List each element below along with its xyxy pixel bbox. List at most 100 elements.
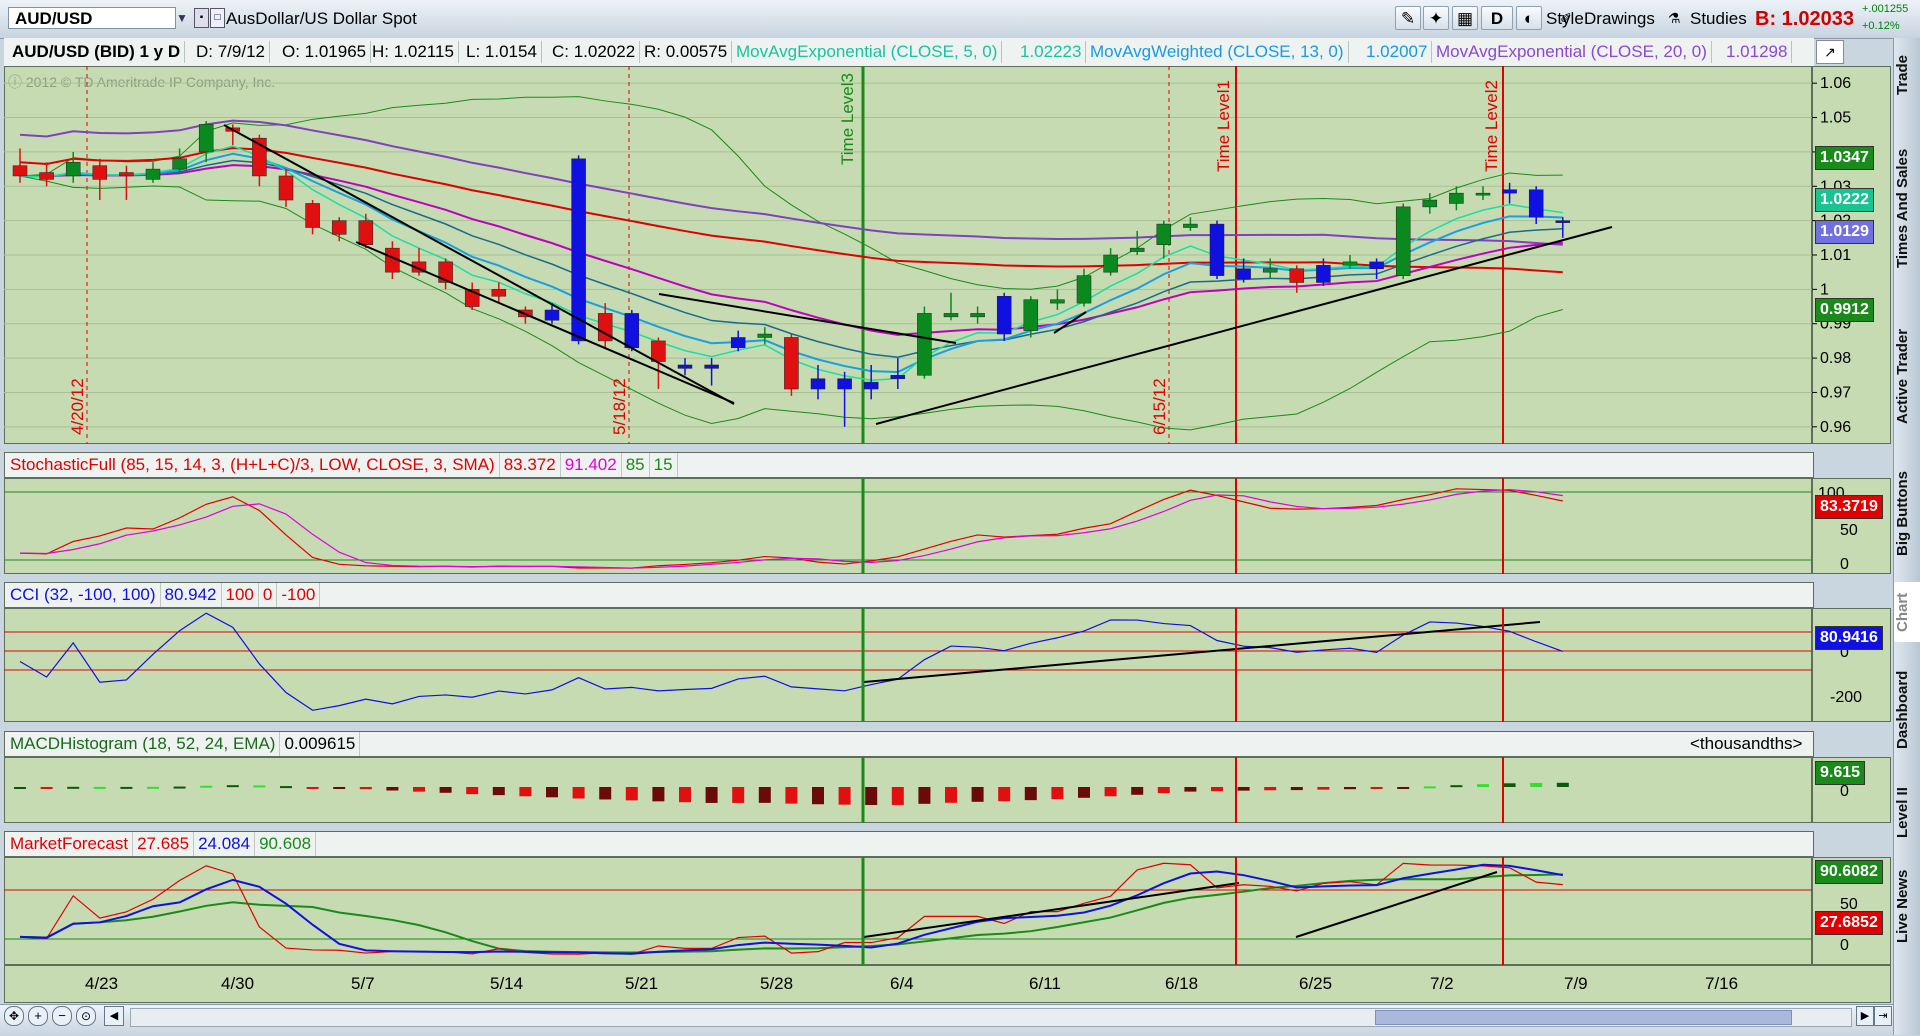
symbol-text: AUD/USD: [15, 9, 93, 28]
time-axis-label: 6/18: [1165, 974, 1199, 993]
macd-bar: [1237, 787, 1250, 791]
stochastic-v1: 83.372: [500, 453, 561, 477]
stoch-tick-0: 0: [1840, 556, 1849, 573]
macd-bar: [572, 787, 585, 799]
tag-upper-band: 1.0347: [1815, 146, 1874, 170]
macd-tick-0: 0: [1840, 783, 1849, 800]
candle-body: [1023, 299, 1039, 331]
candle-body: [1316, 265, 1331, 283]
symbol-dropdown-icon[interactable]: ▼: [176, 8, 192, 28]
symbol-description: AusDollar/US Dollar Spot: [226, 9, 417, 28]
stochastic-title[interactable]: StochasticFull (85, 15, 14, 3, (H+L+C)/3…: [6, 453, 500, 477]
side-tab-strip: Trade Times And Sales Active Trader Big …: [1893, 38, 1920, 1035]
wrench-icon[interactable]: ✦: [1423, 6, 1449, 30]
scroll-left-icon[interactable]: ◀: [104, 1006, 124, 1026]
candle-body: [1076, 275, 1092, 304]
macd-bar: [492, 787, 505, 796]
mf-title[interactable]: MarketForecast: [6, 832, 134, 856]
flag-icon[interactable]: ▪: [194, 8, 209, 28]
pan-icon[interactable]: ✥: [4, 1006, 24, 1026]
stochastic-v2: 91.402: [561, 453, 622, 477]
macd-v1: 0.009615: [280, 732, 361, 756]
symbol-input[interactable]: AUD/USD: [8, 7, 176, 29]
candle-body: [1449, 192, 1464, 204]
side-tab-dashboard[interactable]: Dashboard: [1894, 650, 1920, 770]
time-level3-label: Time Level3: [838, 73, 857, 165]
time-level2-label: Time Level2: [1482, 80, 1501, 172]
mf-tag-green: 90.6082: [1815, 860, 1883, 884]
scroll-right-icon[interactable]: ▶: [1856, 1006, 1874, 1026]
zoom-reset-icon[interactable]: ⊙: [76, 1006, 96, 1026]
mf-trend-line: [1295, 871, 1498, 938]
macd-bar: [1397, 787, 1410, 789]
tools-icon[interactable]: ✎: [1395, 6, 1421, 30]
scroll-end-icon[interactable]: ⇥: [1874, 1006, 1892, 1026]
time-axis-label: 5/7: [351, 974, 375, 993]
header-wma13[interactable]: MovAvgWeighted (CLOSE, 13, 0): [1086, 41, 1349, 63]
macd-bar: [1423, 786, 1436, 789]
macd-bar: [971, 787, 984, 802]
macd-bar: [147, 786, 159, 789]
macd-bar: [1104, 787, 1117, 797]
wma13-line: [19, 159, 1563, 358]
trend-line: [223, 124, 735, 405]
price-axis-label: 0.96: [1820, 419, 1851, 436]
header-ema20[interactable]: MovAvgExponential (CLOSE, 20, 0): [1432, 41, 1712, 63]
macd-bar: [306, 787, 319, 789]
studies-button[interactable]: Studies: [1690, 7, 1747, 31]
tag-lower-band: 0.9912: [1815, 298, 1874, 322]
macd-title[interactable]: MACDHistogram (18, 52, 24, EMA): [6, 732, 281, 756]
candle-body: [1236, 268, 1251, 280]
mf-tag-red: 27.6852: [1815, 911, 1883, 935]
mf-v3: 90.608: [255, 832, 317, 856]
scrollbar-thumb[interactable]: [1375, 1010, 1792, 1025]
candle-body: [331, 220, 347, 235]
macd-bar: [945, 787, 957, 803]
candle-body: [1502, 189, 1517, 194]
candle-body: [730, 337, 746, 349]
candle-body: [863, 381, 879, 390]
candle-body: [1209, 223, 1225, 276]
side-tab-chart[interactable]: Chart: [1894, 582, 1920, 642]
price-axis-ticks: 1.061.051.041.031.021.0110.990.980.970.9…: [1812, 75, 1851, 436]
candle-body: [810, 378, 826, 390]
side-tab-trade[interactable]: Trade: [1894, 40, 1920, 110]
candle-body: [119, 172, 134, 177]
macd-bar: [519, 787, 532, 797]
side-tab-live-news[interactable]: Live News: [1894, 856, 1920, 956]
candle-body: [491, 289, 507, 297]
side-tab-times-and-sales[interactable]: Times And Sales: [1894, 118, 1920, 298]
side-tab-big-buttons[interactable]: Big Buttons: [1894, 454, 1920, 574]
cci-title[interactable]: CCI (32, -100, 100): [6, 583, 161, 607]
header-ema5[interactable]: MovAvgExponential (CLOSE, 5, 0): [732, 41, 1003, 63]
candle-body: [145, 168, 161, 180]
checkbox-icon[interactable]: □: [210, 8, 225, 28]
time-axis[interactable]: [4, 965, 1891, 1003]
macd-bar: [40, 787, 53, 789]
side-tab-active-trader[interactable]: Active Trader: [1894, 306, 1920, 446]
zoom-out-icon[interactable]: −: [52, 1006, 72, 1026]
header-range: R: 0.00575: [640, 41, 733, 63]
mf-v2: 24.084: [194, 832, 256, 856]
cci-chart: [4, 608, 1812, 722]
candle-body: [1050, 299, 1065, 304]
macd-bar: [891, 787, 904, 805]
mf-legend: MarketForecast 27.685 24.084 90.608: [6, 832, 317, 856]
time-axis-label: 7/16: [1705, 974, 1739, 993]
period-button[interactable]: D: [1481, 6, 1513, 30]
macd-bar: [679, 787, 691, 803]
cci-trend-line: [863, 621, 1541, 683]
date-marker-0420: 4/20/12: [68, 378, 87, 435]
price-axis-label: 1: [1820, 281, 1829, 298]
stochastic-tag: 83.3719: [1815, 495, 1883, 519]
grid-icon[interactable]: ▦: [1452, 6, 1478, 30]
macd-bar: [1078, 787, 1090, 798]
change-percent: +0.12%: [1862, 20, 1900, 32]
macd-bar: [1344, 787, 1356, 790]
chart-settings-icon[interactable]: ↗: [1816, 40, 1844, 64]
candle-body: [305, 203, 320, 228]
macd-bar: [93, 786, 106, 789]
zoom-in-icon[interactable]: +: [28, 1006, 48, 1026]
side-tab-level2[interactable]: Level II: [1894, 778, 1920, 848]
drawings-button[interactable]: Drawings: [1584, 7, 1655, 31]
